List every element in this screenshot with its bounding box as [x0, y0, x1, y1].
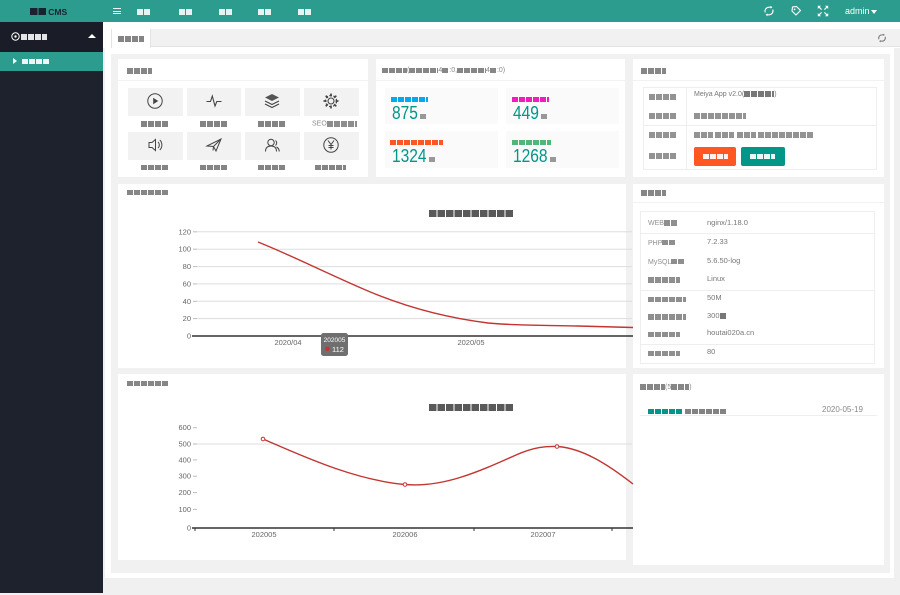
svg-text:500: 500 [178, 440, 191, 449]
svg-text:2020/05: 2020/05 [457, 338, 484, 347]
svg-text:202005: 202005 [251, 530, 276, 539]
svg-text:100: 100 [178, 505, 191, 514]
svg-text:202007: 202007 [530, 530, 555, 539]
svg-text:80: 80 [183, 262, 191, 271]
svg-text:300: 300 [178, 472, 191, 481]
svg-text:202006: 202006 [392, 530, 417, 539]
svg-text:200: 200 [178, 488, 191, 497]
svg-text:100: 100 [178, 245, 191, 254]
svg-text:20: 20 [183, 314, 191, 323]
svg-text:600: 600 [178, 423, 191, 432]
svg-text:202005: 202005 [324, 337, 346, 344]
svg-text:0: 0 [187, 332, 191, 341]
svg-text:40: 40 [183, 297, 191, 306]
svg-text:400: 400 [178, 455, 191, 464]
svg-text:0: 0 [187, 524, 191, 533]
svg-text:60: 60 [183, 279, 191, 288]
svg-text:112: 112 [332, 345, 344, 354]
svg-text:2020/04: 2020/04 [274, 338, 301, 347]
svg-text:120: 120 [178, 227, 191, 236]
